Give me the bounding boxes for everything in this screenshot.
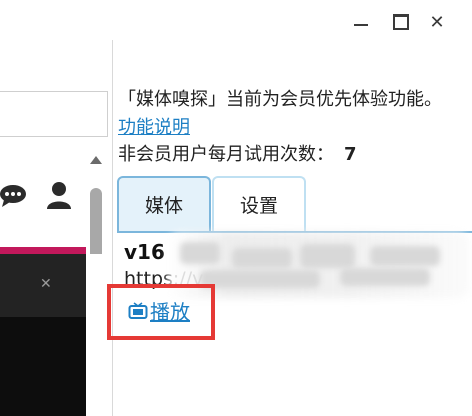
redaction-blob [370,246,440,266]
redaction-blob [180,242,220,264]
close-button[interactable]: ✕ [422,8,452,36]
redaction-blob [232,248,292,268]
redaction-blob [300,244,355,268]
tab-settings-label: 设置 [239,195,278,217]
panel-description: 「媒体嗅探」当前为会员优先体验功能。 功能说明 [118,86,458,142]
scroll-up-arrow-icon[interactable] [90,156,102,164]
tab-media-label: 媒体 [144,195,183,217]
redaction-blob [200,270,320,288]
address-bar[interactable] [0,91,108,137]
chat-icon[interactable] [0,184,28,208]
maximize-icon [393,14,409,30]
video-header-strip [0,247,86,254]
highlight-box [107,284,215,340]
close-icon: ✕ [429,11,445,33]
description-text: 「媒体嗅探」当前为会员优先体验功能。 [118,89,442,110]
trial-count-value: 7 [344,144,357,165]
video-frame [0,317,86,416]
tab-settings[interactable]: 设置 [212,176,306,231]
feature-info-link[interactable]: 功能说明 [118,117,190,138]
user-icon[interactable] [46,181,72,209]
media-item-title: v16 [124,240,165,264]
trial-count-row: 非会员用户每月试用次数： 7 [118,142,357,168]
close-video-icon[interactable]: ✕ [40,276,52,292]
tab-media[interactable]: 媒体 [117,176,211,231]
maximize-button[interactable] [386,8,416,36]
minimize-button[interactable] [346,8,376,36]
minimize-icon [354,24,368,26]
browser-area-top [0,40,116,92]
redaction-blob [340,268,430,286]
trial-count-label: 非会员用户每月试用次数： [118,144,334,165]
